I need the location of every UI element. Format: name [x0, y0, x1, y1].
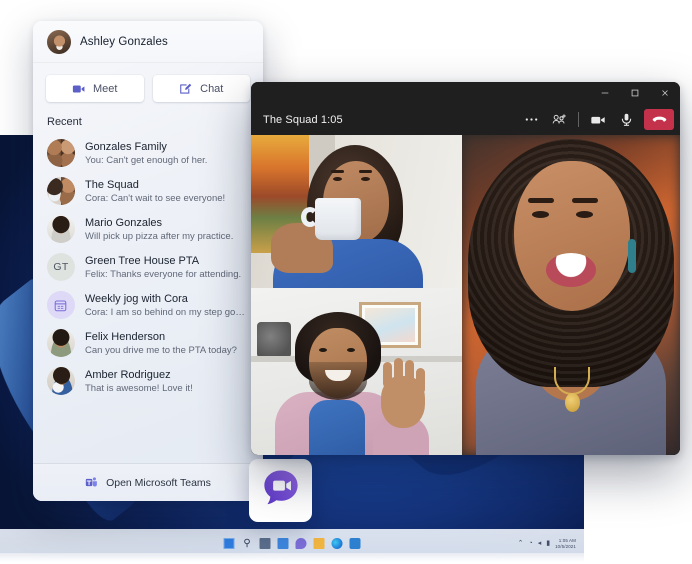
chat-preview: Can you drive me to the PTA today? — [85, 344, 237, 356]
maximize-button[interactable] — [620, 82, 650, 104]
list-item-text: Weekly jog with Cora Cora: I am so behin… — [85, 292, 249, 319]
person-photo-avatar — [47, 329, 75, 357]
list-item-text: Mario Gonzales Will pick up pizza after … — [85, 216, 233, 243]
calendar-icon — [47, 291, 75, 319]
recent-section-label: Recent — [47, 116, 82, 128]
tray-chevron-icon[interactable]: ⌃ — [518, 539, 524, 548]
system-tray[interactable]: ⌃ ◔ ◂ ▮ 1:05 AM 10/5/2021 — [518, 538, 576, 549]
taskbar[interactable]: ⚲ ⌃ ◔ ◂ ▮ 1:05 AM 10/5/2021 — [0, 529, 584, 553]
widgets-icon[interactable] — [277, 538, 289, 549]
meet-button[interactable]: Meet — [46, 75, 144, 102]
participant-video-woman-laughing — [462, 135, 680, 455]
chat-title: Mario Gonzales — [85, 216, 163, 229]
person-photo-avatar — [47, 215, 75, 243]
participant-tile-top-left[interactable] — [251, 135, 462, 288]
chat-preview: That is awesome! Love it! — [85, 382, 193, 394]
recent-chat-list: Gonzales Family You: Can't get enough of… — [33, 134, 263, 406]
video-camera-icon[interactable] — [585, 109, 611, 131]
microphone-icon[interactable] — [613, 109, 639, 131]
teams-chat-bubble-video-icon — [260, 467, 302, 514]
start-icon[interactable] — [223, 538, 235, 549]
chat-title: Amber Rodriguez — [85, 368, 171, 381]
group-photo-avatar — [47, 177, 75, 205]
open-teams-label: Open Microsoft Teams — [106, 476, 211, 489]
group-photo-avatar — [47, 139, 75, 167]
video-camera-icon — [72, 82, 86, 96]
quick-actions: Meet Chat — [33, 63, 263, 112]
list-item-text: Amber Rodriguez That is awesome! Love it… — [85, 368, 193, 395]
edge-browser-icon[interactable] — [331, 538, 343, 549]
monitor-bezel — [0, 553, 584, 562]
call-toolbar: The Squad 1:05 — [251, 104, 680, 135]
battery-icon[interactable]: ▮ — [546, 539, 550, 548]
chat-preview: Cora: I am so behind on my step goals. — [84, 306, 249, 318]
network-icon[interactable]: ◔ — [528, 539, 532, 548]
avatar — [47, 29, 71, 54]
minimize-button[interactable] — [590, 82, 620, 104]
task-view-icon[interactable] — [259, 538, 271, 549]
file-explorer-icon[interactable] — [313, 538, 325, 549]
list-item[interactable]: Gonzales Family You: Can't get enough of… — [33, 134, 263, 172]
microsoft-teams-logo-icon — [85, 476, 98, 489]
toolbar-divider — [578, 112, 579, 127]
chat-preview: Cora: Can't wait to see everyone! — [85, 192, 226, 204]
more-options-button[interactable] — [518, 109, 544, 131]
teams-chat-app-tile[interactable] — [249, 459, 312, 522]
list-item[interactable]: Felix Henderson Can you drive me to the … — [33, 324, 263, 362]
participant-tile-main-right[interactable] — [462, 135, 680, 455]
chat-button[interactable]: Chat — [152, 75, 250, 102]
chat-button-label: Chat — [200, 82, 224, 95]
participant-video-woman-with-mug — [251, 135, 462, 288]
call-controls — [518, 109, 674, 131]
hang-up-phone-icon[interactable] — [644, 109, 674, 130]
chat-title: Gonzales Family — [85, 140, 167, 153]
participant-tile-bottom-left[interactable] — [251, 288, 462, 455]
volume-icon[interactable]: ◂ — [538, 539, 542, 548]
chat-title: Felix Henderson — [85, 330, 166, 343]
chat-title: The Squad — [85, 178, 139, 191]
call-title: The Squad 1:05 — [263, 113, 343, 126]
window-titlebar — [251, 82, 680, 104]
participant-video-man-waving — [251, 288, 462, 455]
list-item[interactable]: GT Green Tree House PTA Felix: Thanks ev… — [33, 248, 263, 286]
list-item[interactable]: The Squad Cora: Can't wait to see everyo… — [33, 172, 263, 210]
taskbar-clock[interactable]: 1:05 AM 10/5/2021 — [555, 538, 576, 549]
chat-title: Green Tree House PTA — [85, 254, 200, 267]
taskbar-icon-group[interactable]: ⚲ — [223, 538, 361, 549]
teams-call-window: The Squad 1:05 — [251, 82, 680, 455]
initials-avatar: GT — [47, 253, 75, 281]
list-item[interactable]: Weekly jog with Cora Cora: I am so behin… — [33, 286, 263, 324]
flyout-header: Ashley Gonzales — [33, 21, 263, 63]
person-photo-avatar — [47, 367, 75, 395]
add-person-icon[interactable] — [546, 109, 572, 131]
microsoft-store-icon[interactable] — [349, 538, 361, 549]
screenshot-root: ⚲ ⌃ ◔ ◂ ▮ 1:05 AM 10/5/2021 Ashley Gonza… — [0, 0, 692, 564]
teams-chat-icon[interactable] — [295, 538, 307, 549]
list-item[interactable]: Amber Rodriguez That is awesome! Love it… — [33, 362, 263, 400]
list-item-text: Green Tree House PTA Felix: Thanks every… — [85, 254, 241, 281]
open-microsoft-teams-button[interactable]: Open Microsoft Teams — [33, 463, 263, 501]
chat-preview: Will pick up pizza after my practice. — [85, 230, 234, 242]
user-name: Ashley Gonzales — [80, 35, 168, 48]
compose-pencil-icon — [179, 82, 193, 96]
list-item-text: Felix Henderson Can you drive me to the … — [85, 330, 237, 357]
chat-title: Weekly jog with Cora — [84, 292, 188, 305]
close-button[interactable] — [650, 82, 680, 104]
list-item-text: Gonzales Family You: Can't get enough of… — [85, 140, 207, 167]
list-item[interactable]: Mario Gonzales Will pick up pizza after … — [33, 210, 263, 248]
teams-chat-flyout: Ashley Gonzales Meet Chat Recent Gonzale… — [33, 21, 263, 501]
video-left-column — [251, 135, 462, 455]
chat-preview: Felix: Thanks everyone for attending. — [85, 268, 242, 280]
video-grid — [251, 135, 680, 455]
meet-button-label: Meet — [93, 82, 118, 95]
chat-preview: You: Can't get enough of her. — [85, 154, 208, 166]
list-item-text: The Squad Cora: Can't wait to see everyo… — [85, 178, 225, 205]
search-icon[interactable]: ⚲ — [242, 538, 253, 549]
